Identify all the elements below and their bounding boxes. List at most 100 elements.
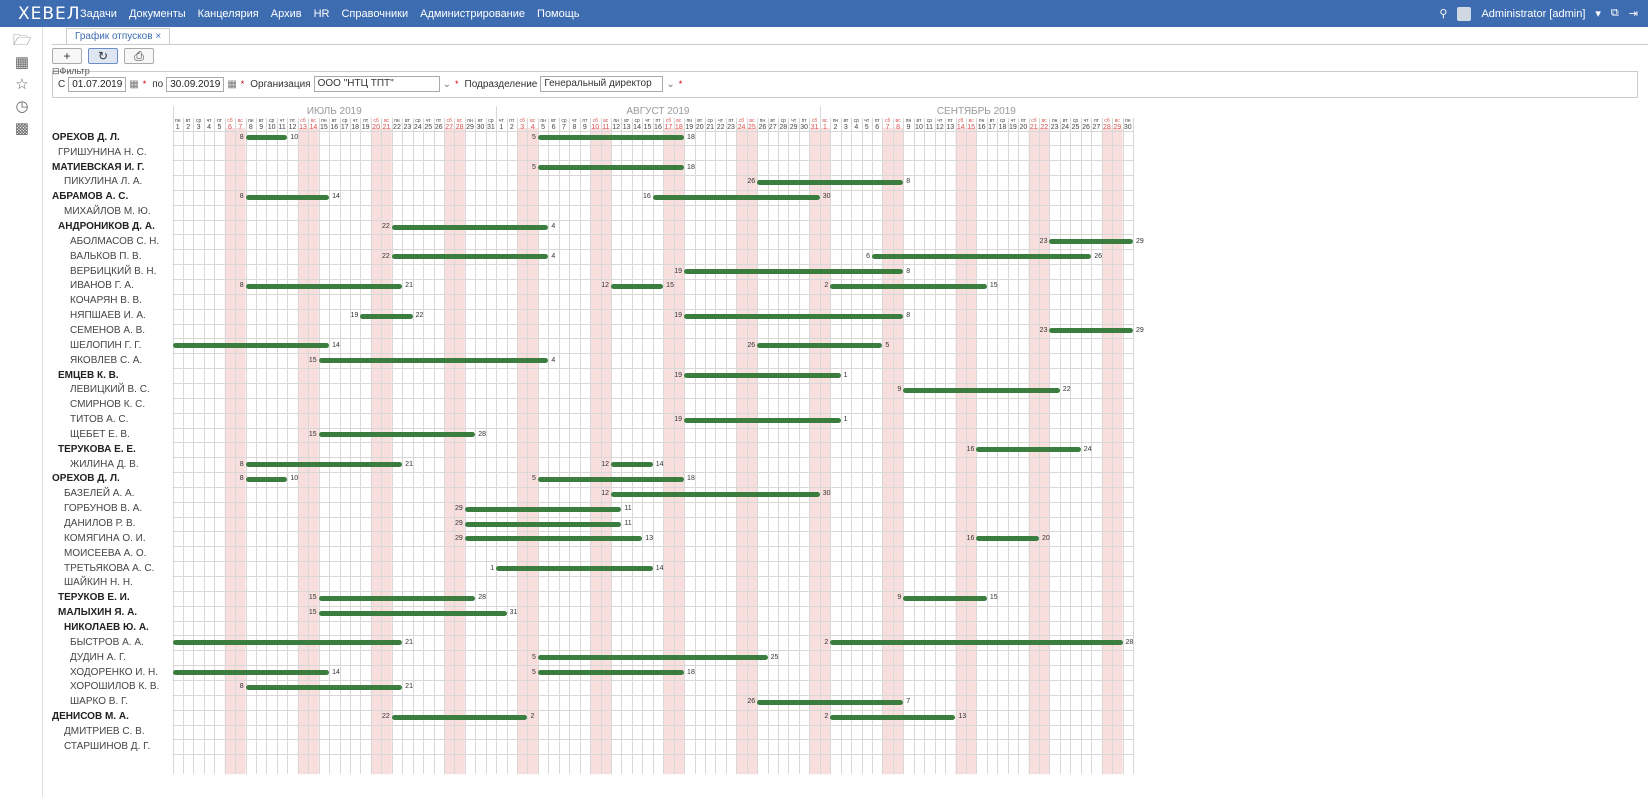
vacation-bar[interactable] xyxy=(318,595,476,601)
vacation-bar[interactable] xyxy=(391,224,549,230)
vacation-bar[interactable] xyxy=(172,640,403,646)
vacation-bar[interactable] xyxy=(245,684,403,690)
vacation-bar[interactable] xyxy=(830,283,987,289)
employee-name[interactable]: ШЕЛОПИН Г. Г. xyxy=(70,339,141,352)
employee-name[interactable]: ШАРКО В. Г. xyxy=(70,695,128,708)
employee-name[interactable]: ВАЛЬКОВ П. В. xyxy=(70,250,141,263)
vacation-bar[interactable] xyxy=(610,462,653,468)
vacation-bar[interactable] xyxy=(976,536,1039,542)
employee-name[interactable]: СЕМЕНОВ А. В. xyxy=(70,324,145,337)
employee-name[interactable]: КОМЯГИНА О. И. xyxy=(64,532,146,545)
employee-name[interactable]: ОРЕХОВ Д. Л. xyxy=(52,131,120,144)
employee-name[interactable]: ХОДОРЕНКО И. Н. xyxy=(70,666,158,679)
vacation-bar[interactable] xyxy=(245,194,330,200)
employee-name[interactable]: СМИРНОВ К. С. xyxy=(70,398,145,411)
vacation-bar[interactable] xyxy=(610,283,664,289)
vacation-bar[interactable] xyxy=(537,655,768,661)
vacation-bar[interactable] xyxy=(1049,239,1133,245)
vacation-bar[interactable] xyxy=(360,313,413,319)
vacation-bar[interactable] xyxy=(537,476,685,482)
vacation-bar[interactable] xyxy=(757,179,904,185)
employee-name[interactable]: МОИСЕЕВА А. О. xyxy=(64,547,146,560)
vacation-bar[interactable] xyxy=(245,135,288,141)
vacation-bar[interactable] xyxy=(391,254,549,260)
employee-name[interactable]: АБРАМОВ А. С. xyxy=(52,190,128,203)
vacation-bar[interactable] xyxy=(318,610,507,616)
day-number: 14 xyxy=(309,124,318,131)
employee-name[interactable]: ТЕРУКОВ Е. И. xyxy=(58,591,130,604)
vacation-end-label: 1 xyxy=(843,371,848,379)
employee-name[interactable]: АНДРОНИКОВ Д. А. xyxy=(58,220,155,233)
employee-name[interactable]: ОРЕХОВ Д. Л. xyxy=(52,472,120,485)
vacation-bar[interactable] xyxy=(537,670,685,676)
vacation-bar[interactable] xyxy=(871,254,1092,260)
employee-name[interactable]: ЖИЛИНА Д. В. xyxy=(70,458,139,471)
vacation-start-label: 2 xyxy=(824,282,829,290)
employee-name[interactable]: ГОРБУНОВ В. А. xyxy=(64,502,142,515)
vacation-bar[interactable] xyxy=(903,387,1060,393)
vacation-bar[interactable] xyxy=(652,194,820,200)
vacation-bar[interactable] xyxy=(1049,328,1133,334)
employee-name[interactable]: СТАРШИНОВ Д. Г. xyxy=(64,740,150,753)
vacation-bar[interactable] xyxy=(496,566,653,572)
employee-name[interactable]: БЫСТРОВ А. А. xyxy=(70,636,144,649)
vacation-bar[interactable] xyxy=(245,283,403,289)
employee-name[interactable]: АБОЛМАСОВ С. Н. xyxy=(70,235,159,248)
employee-name[interactable]: ТИТОВ А. С. xyxy=(70,413,128,426)
employee-name[interactable]: БАЗЕЛЕЙ А. А. xyxy=(64,487,134,500)
day-number: 25 xyxy=(424,124,433,131)
employee-name[interactable]: ИВАНОВ Г. А. xyxy=(70,279,134,292)
month-label: АВГУСТ 2019 xyxy=(626,106,690,117)
vacation-bar[interactable] xyxy=(391,714,528,720)
employee-name[interactable]: МИХАЙЛОВ М. Ю. xyxy=(64,205,151,218)
vacation-bar[interactable] xyxy=(537,165,685,171)
day-number: 9 xyxy=(906,124,911,131)
vacation-bar[interactable] xyxy=(757,699,904,705)
employee-name[interactable]: ЩЕБЕТ Е. В. xyxy=(70,428,130,441)
employee-name[interactable]: ХОРОШИЛОВ К. В. xyxy=(70,680,159,693)
vacation-start-label: 8 xyxy=(239,683,244,691)
employee-name[interactable]: МАТИЕВСКАЯ И. Г. xyxy=(52,161,144,174)
vacation-bar[interactable] xyxy=(464,536,643,542)
vacation-start-label: 29 xyxy=(455,520,463,528)
employee-name[interactable]: ВЕРБИЦКИЙ В. Н. xyxy=(70,265,156,278)
day-number: 15 xyxy=(967,124,976,131)
employee-name[interactable]: НИКОЛАЕВ Ю. А. xyxy=(64,621,149,634)
vacation-bar[interactable] xyxy=(757,343,883,349)
vacation-bar[interactable] xyxy=(684,269,904,275)
vacation-bar[interactable] xyxy=(976,447,1081,453)
vacation-bar[interactable] xyxy=(684,373,841,379)
vacation-bar[interactable] xyxy=(830,640,1123,646)
vacation-bar[interactable] xyxy=(318,432,476,438)
vacation-bar[interactable] xyxy=(903,595,987,601)
employee-name[interactable]: ДУДИН А. Г. xyxy=(70,651,126,664)
employee-name[interactable]: ГРИШУНИНА Н. С. xyxy=(58,146,147,159)
employee-name[interactable]: ЕМЦЕВ К. В. xyxy=(58,369,119,382)
employee-name[interactable]: ДАНИЛОВ Р. В. xyxy=(64,517,135,530)
vacation-bar[interactable] xyxy=(464,521,622,527)
vacation-bar[interactable] xyxy=(318,358,549,364)
employee-name[interactable]: МАЛЫХИН Я. А. xyxy=(58,606,137,619)
vacation-bar[interactable] xyxy=(684,313,904,319)
employee-name[interactable]: ТРЕТЬЯКОВА А. С. xyxy=(64,562,154,575)
employee-name[interactable]: ДМИТРИЕВ С. В. xyxy=(64,725,145,738)
employee-name[interactable]: КОЧАРЯН В. В. xyxy=(70,294,142,307)
employee-name[interactable]: ШАЙКИН Н. Н. xyxy=(64,576,133,589)
vacation-bar[interactable] xyxy=(830,714,956,720)
vacation-end-label: 15 xyxy=(989,594,998,602)
employee-name[interactable]: ЯКОВЛЕВ С. А. xyxy=(70,354,142,367)
vacation-bar[interactable] xyxy=(537,135,685,141)
vacation-bar[interactable] xyxy=(684,417,841,423)
vacation-bar[interactable] xyxy=(172,670,330,676)
vacation-bar[interactable] xyxy=(245,476,288,482)
employee-name[interactable]: ПИКУЛИНА Л. А. xyxy=(64,175,142,188)
day-number: 26 xyxy=(758,124,767,131)
employee-name[interactable]: НЯПШАЕВ И. А. xyxy=(70,309,146,322)
employee-name[interactable]: ЛЕВИЦКИЙ В. С. xyxy=(70,383,150,396)
employee-name[interactable]: ТЕРУКОВА Е. Е. xyxy=(58,443,136,456)
employee-name[interactable]: ДЕНИСОВ М. А. xyxy=(52,710,129,723)
vacation-bar[interactable] xyxy=(610,491,820,497)
vacation-bar[interactable] xyxy=(172,343,330,349)
vacation-bar[interactable] xyxy=(464,506,622,512)
vacation-bar[interactable] xyxy=(245,462,403,468)
